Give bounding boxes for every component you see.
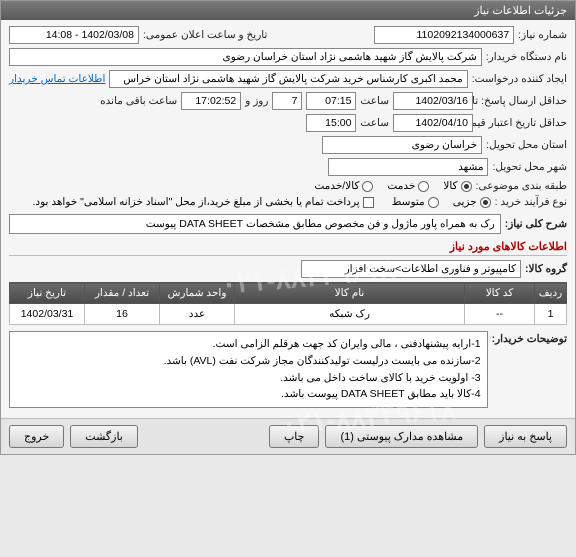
radio-icon <box>428 197 439 208</box>
creator-label: ایجاد کننده درخواست: <box>472 73 567 85</box>
time-label: ساعت <box>360 95 389 107</box>
buyer-notes-label: توضیحات خریدار: <box>492 331 567 345</box>
radio-medium-label: متوسط <box>392 196 425 208</box>
radio-partial[interactable]: جزیی <box>453 196 491 208</box>
pub-date-field: 1402/03/08 - 14:08 <box>9 26 139 44</box>
deadline-date-field: 1402/03/16 <box>393 92 473 110</box>
button-bar: پاسخ به نیاز مشاهده مدارک پیوستی (1) چاپ… <box>1 418 575 454</box>
process-radio-group: جزیی متوسط <box>392 196 491 208</box>
back-button[interactable]: بازگشت <box>70 425 138 448</box>
print-button[interactable]: چاپ <box>269 425 320 448</box>
td-date: 1402/03/31 <box>10 304 85 325</box>
contact-link[interactable]: اطلاعات تماس خریدار <box>9 73 105 85</box>
th-row: ردیف <box>535 283 567 304</box>
td-row: 1 <box>535 304 567 325</box>
checkbox-icon <box>363 197 374 208</box>
details-panel: جزئیات اطلاعات نیاز شماره نیاز: 11020921… <box>0 0 576 455</box>
radio-icon <box>418 181 429 192</box>
need-no-field: 1102092134000637 <box>374 26 514 44</box>
province-label: استان محل تحویل: <box>486 139 567 151</box>
province-field: خراسان رضوی <box>322 136 482 154</box>
buyer-notes-field: 1-ارایه پیشنهادفنی ، مالی وایران کد جهت … <box>9 331 488 408</box>
note-line: 2-سازنده می بایست درلیست تولیدکنندگان مج… <box>16 353 481 370</box>
exit-button[interactable]: خروج <box>9 425 64 448</box>
category-label: طبقه بندی موضوعی: <box>476 180 567 192</box>
th-unit: واحد شمارش <box>160 283 235 304</box>
table-row[interactable]: 1 -- رک شبکه عدد 16 1402/03/31 <box>10 304 567 325</box>
radio-medium[interactable]: متوسط <box>392 196 439 208</box>
radio-goods-label: کالا <box>443 180 457 192</box>
group-label: گروه کالا: <box>525 263 567 275</box>
th-qty: تعداد / مقدار <box>85 283 160 304</box>
radio-service[interactable]: خدمت <box>387 180 429 192</box>
radio-both[interactable]: کالا/خدمت <box>314 180 373 192</box>
attachments-button[interactable]: مشاهده مدارک پیوستی (1) <box>325 425 478 448</box>
note-line: 1-ارایه پیشنهادفنی ، مالی وایران کد جهت … <box>16 336 481 353</box>
pub-date-label: تاریخ و ساعت اعلان عمومی: <box>143 29 267 41</box>
radio-icon <box>461 181 472 192</box>
remain-suffix: ساعت باقی مانده <box>100 95 177 107</box>
radio-both-label: کالا/خدمت <box>314 180 359 192</box>
city-field: مشهد <box>328 158 488 176</box>
note-line: 3- اولویت خرید با کالای ساخت داخل می باش… <box>16 370 481 387</box>
remain-time-field: 17:02:52 <box>181 92 241 110</box>
radio-icon <box>480 197 491 208</box>
respond-button[interactable]: پاسخ به نیاز <box>484 425 567 448</box>
category-radio-group: کالا خدمت کالا/خدمت <box>314 180 471 192</box>
radio-goods[interactable]: کالا <box>443 180 471 192</box>
deadline-time-field: 07:15 <box>306 92 356 110</box>
time-label-2: ساعت <box>360 117 389 129</box>
validity-time-field: 15:00 <box>306 114 356 132</box>
desc-label: شرح کلی نیاز: <box>505 218 567 230</box>
validity-label: حداقل تاریخ اعتبار قیمت: تا تاریخ: <box>477 117 567 129</box>
td-code: -- <box>465 304 535 325</box>
process-label: نوع فرآیند خرید : <box>495 196 567 208</box>
day-label: روز و <box>245 95 268 107</box>
need-no-label: شماره نیاز: <box>518 29 567 41</box>
deadline-label: حداقل ارسال پاسخ: تا تاریخ: <box>477 95 567 107</box>
panel-title: جزئیات اطلاعات نیاز <box>1 1 575 20</box>
td-unit: عدد <box>160 304 235 325</box>
payment-check[interactable]: پرداخت تمام یا بخشی از مبلغ خرید،از محل … <box>33 196 374 208</box>
th-date: تاریخ نیاز <box>10 283 85 304</box>
note-line: 4-کالا باید مطابق DATA SHEET پیوست باشد. <box>16 386 481 403</box>
radio-service-label: خدمت <box>387 180 415 192</box>
payment-note-label: پرداخت تمام یا بخشی از مبلغ خرید،از محل … <box>33 196 360 208</box>
remain-days-field: 7 <box>272 92 302 110</box>
td-qty: 16 <box>85 304 160 325</box>
validity-date-field: 1402/04/10 <box>393 114 473 132</box>
items-table: ردیف کد کالا نام کالا واحد شمارش تعداد /… <box>9 282 567 325</box>
td-name: رک شبکه <box>235 304 465 325</box>
items-section-title: اطلاعات کالاهای مورد نیاز <box>9 238 567 256</box>
radio-icon <box>362 181 373 192</box>
city-label: شهر محل تحویل: <box>492 161 567 173</box>
radio-partial-label: جزیی <box>453 196 477 208</box>
group-field: کامپیوتر و فناوری اطلاعات>سخت افزار <box>301 260 521 278</box>
th-code: کد کالا <box>465 283 535 304</box>
th-name: نام کالا <box>235 283 465 304</box>
description-field: رک به همراه پاور ماژول و فن مخصوص مطابق … <box>9 214 501 234</box>
creator-field: محمد اکبری کارشناس خرید شرکت پالایش گاز … <box>109 70 467 88</box>
buyer-field: شرکت پالایش گاز شهید هاشمی نژاد استان خر… <box>9 48 482 66</box>
buyer-label: نام دستگاه خریدار: <box>486 51 567 63</box>
